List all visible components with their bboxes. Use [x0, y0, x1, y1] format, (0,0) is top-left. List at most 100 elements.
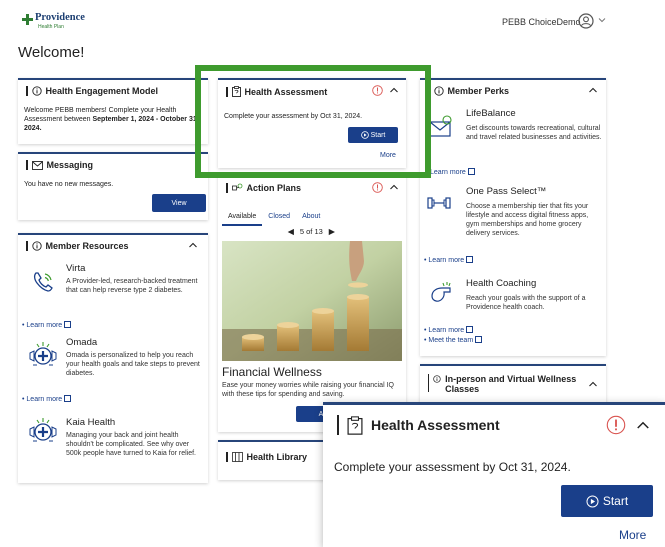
learn-more-text: Learn more: [428, 257, 465, 264]
member-perks-card: Member Perks LifeBalance Get discounts t…: [420, 78, 606, 356]
virta-title: Virta: [66, 263, 86, 274]
prev-plan-icon[interactable]: ◀: [288, 227, 294, 236]
learn-more-text: Learn more: [430, 169, 466, 176]
external-link-icon: [467, 168, 475, 175]
engagement-title-row: Health Engagement Model: [26, 86, 158, 96]
info-icon: [433, 86, 444, 96]
action-plans-icon: [231, 183, 242, 191]
phone-icon: [33, 272, 53, 292]
library-title: Health Library: [246, 452, 308, 462]
library-title-row: Health Library: [226, 452, 307, 462]
learn-more-text: Learn more: [26, 396, 63, 403]
action-plans-title: Action Plans: [246, 183, 302, 193]
assessment-zoom-callout: Health Assessment Complete your assessme…: [323, 402, 665, 547]
view-messages-button[interactable]: View: [152, 194, 206, 212]
messaging-title-row: Messaging: [26, 160, 93, 170]
meet-team-link[interactable]: • Meet the team: [424, 336, 483, 344]
kaia-badge-icon: [29, 418, 57, 442]
action-plan-tabs: Available Closed About: [222, 211, 326, 226]
omada-desc: Omada is personalized to help you reach …: [66, 352, 200, 377]
messaging-card: Messaging You have no new messages. View: [18, 152, 208, 220]
external-link-icon: [64, 321, 72, 328]
title-bar: [26, 160, 28, 170]
chevron-up-icon[interactable]: [588, 380, 598, 388]
zoom-text: Complete your assessment by Oct 31, 2024…: [334, 460, 571, 474]
lifebalance-title: LifeBalance: [466, 108, 516, 119]
chevron-up-icon[interactable]: [188, 241, 198, 249]
resources-title-row: Member Resources: [26, 241, 129, 251]
library-icon: [231, 452, 243, 462]
external-link-icon: [64, 395, 72, 402]
lifebalance-desc: Get discounts towards recreational, cult…: [466, 125, 602, 141]
onepass-desc: Choose a membership tier that fits your …: [466, 203, 589, 237]
zoom-more-link[interactable]: More: [619, 528, 646, 542]
omada-badge-icon: [29, 342, 57, 366]
classes-title-row: In-person and Virtual Wellness Classes: [428, 374, 578, 394]
title-bar: [337, 415, 339, 435]
onepass-learn-more-link[interactable]: • Learn more: [424, 256, 474, 264]
dumbbell-icon: [427, 197, 451, 209]
omada-learn-more-link[interactable]: • Learn more: [22, 395, 72, 403]
clipboard-icon: [347, 415, 363, 435]
zoom-title: Health Assessment: [371, 417, 500, 433]
tab-available[interactable]: Available: [222, 211, 263, 226]
pager-label: 5 of 13: [299, 227, 323, 236]
logo-subtitle: Health Plan: [38, 24, 64, 30]
coaching-title: Health Coaching: [466, 278, 537, 289]
highlight-frame: [195, 65, 431, 178]
kaia-title: Kaia Health: [66, 417, 116, 428]
zoom-title-row: Health Assessment: [337, 415, 500, 435]
info-icon: [433, 375, 441, 383]
chevron-down-icon[interactable]: [597, 15, 607, 25]
classes-title: In-person and Virtual Wellness Classes: [445, 374, 577, 394]
resources-title: Member Resources: [45, 241, 129, 251]
meet-team-text: Meet the team: [428, 337, 474, 344]
perks-title-row: Member Perks: [428, 86, 509, 96]
info-icon: [31, 86, 42, 96]
title-bar: [226, 452, 228, 462]
title-bar: [26, 241, 28, 251]
chevron-up-icon[interactable]: [588, 86, 598, 94]
plan-title: Financial Wellness: [222, 365, 322, 379]
user-avatar-icon[interactable]: [578, 13, 594, 29]
next-plan-icon[interactable]: ▶: [329, 227, 335, 236]
coaching-desc: Reach your goals with the support of a P…: [466, 295, 586, 311]
tab-about[interactable]: About: [296, 211, 326, 226]
coaching-learn-more-link[interactable]: • Learn more: [424, 326, 474, 334]
chevron-up-icon[interactable]: [635, 419, 651, 431]
tab-closed[interactable]: Closed: [262, 211, 296, 226]
virta-learn-more-link[interactable]: • Learn more: [22, 321, 72, 329]
external-link-icon: [475, 336, 483, 343]
info-icon: [31, 241, 42, 251]
onepass-title: One Pass Select™: [466, 186, 547, 197]
perks-title: Member Perks: [447, 86, 510, 96]
financial-wellness-image: [222, 241, 402, 361]
wellness-classes-card: In-person and Virtual Wellness Classes: [420, 364, 606, 404]
engagement-text: Welcome PEBB members! Complete your Heal…: [24, 106, 208, 133]
messaging-title: Messaging: [46, 160, 94, 170]
external-link-icon: [466, 256, 474, 263]
action-plans-card: Action Plans Available Closed About ◀ 5 …: [218, 175, 406, 432]
envelope-icon: [31, 160, 43, 170]
messaging-text: You have no new messages.: [24, 181, 114, 188]
play-circle-icon: [586, 494, 599, 508]
page-title: Welcome!: [18, 44, 85, 61]
omada-title: Omada: [66, 337, 98, 348]
engagement-card: Health Engagement Model Welcome PEBB mem…: [18, 78, 208, 144]
chevron-up-icon[interactable]: [389, 183, 399, 191]
zoom-start-button[interactable]: Start: [561, 485, 653, 517]
plan-desc: Ease your money worries while raising yo…: [222, 382, 394, 398]
member-resources-card: Member Resources Virta A Provider-led, r…: [18, 233, 208, 483]
external-link-icon: [466, 326, 474, 333]
title-bar: [226, 183, 228, 193]
engagement-title: Health Engagement Model: [45, 86, 159, 96]
coaching-whistle-icon: [431, 282, 451, 302]
alert-icon: [606, 415, 626, 435]
zoom-start-label: Start: [602, 494, 629, 508]
lifebalance-learn-more-link[interactable]: Learn more: [430, 168, 475, 176]
user-name[interactable]: PEBB ChoiceDemo: [502, 17, 581, 27]
title-bar: [26, 86, 28, 96]
gift-envelope-icon: [429, 115, 452, 137]
cross-icon: [22, 14, 33, 25]
action-plans-title-row: Action Plans: [226, 183, 301, 193]
